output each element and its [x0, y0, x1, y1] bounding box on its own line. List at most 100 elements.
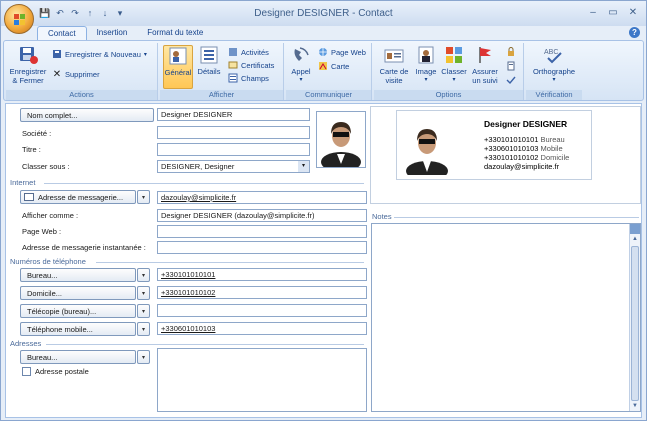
email-field[interactable]: dazoulay@simplicite.fr [157, 191, 367, 204]
page-web-form-label: Page Web : [22, 227, 62, 236]
mobile-phone-field[interactable]: +330601010103 [157, 322, 367, 335]
office-button[interactable] [4, 4, 34, 34]
address-field[interactable] [157, 348, 367, 412]
email-button[interactable]: Adresse de messagerie... [20, 190, 136, 204]
carte-button[interactable]: Carte [318, 61, 349, 71]
domicile-phone-label: Domicile... [27, 288, 63, 298]
company-field[interactable] [157, 126, 310, 139]
bureau-phone-dropdown[interactable]: ▾ [137, 268, 150, 282]
group-actions: Enregistrer & Fermer Enregistrer & Nouve… [6, 43, 158, 100]
save-new-icon [52, 49, 62, 59]
card-phone-line: +330601010103 Mobile [484, 144, 563, 153]
assurer-suivi-button[interactable]: Assurer un suivi [468, 45, 502, 85]
bureau-phone-button[interactable]: Bureau... [20, 268, 136, 282]
mobile-phone-button[interactable]: Téléphone mobile... [20, 322, 136, 336]
chevron-down-icon: ▾ [299, 77, 303, 83]
scroll-up-icon[interactable]: ▲ [630, 234, 640, 244]
tab-contact[interactable]: Contact [37, 26, 87, 40]
notes-scrollbar[interactable]: ▲ ▼ [629, 224, 640, 411]
close-button[interactable]: ✕ [624, 5, 642, 19]
telecopie-field[interactable] [157, 304, 367, 317]
chevron-down-icon: ▾ [141, 290, 145, 297]
group-label-actions: Actions [6, 90, 157, 100]
domicile-phone-button[interactable]: Domicile... [20, 286, 136, 300]
full-name-field[interactable]: Designer DESIGNER [157, 108, 310, 121]
card-phone-type: Mobile [540, 144, 563, 153]
phone-section-title: Numéros de téléphone [10, 257, 86, 266]
save-new-button[interactable]: Enregistrer & Nouveau ▾ [52, 49, 147, 59]
chevron-down-icon: ▾ [141, 272, 145, 279]
tab-format-texte[interactable]: Format du texte [137, 26, 213, 40]
mobile-phone-label: Téléphone mobile... [27, 324, 93, 334]
save-close-icon [20, 47, 38, 64]
notes-attach-icon[interactable] [630, 224, 640, 234]
contact-form: Nom complet... Designer DESIGNER Société… [5, 103, 642, 418]
minimize-button[interactable]: – [584, 5, 602, 19]
file-as-value: DESIGNER, Designer [161, 162, 235, 171]
contact-photo[interactable] [316, 111, 366, 172]
activites-button[interactable]: Activités [228, 47, 269, 57]
general-label: Général [164, 68, 192, 77]
check-names-icon [506, 75, 516, 85]
tab-insertion[interactable]: Insertion [87, 26, 138, 40]
champs-button[interactable]: Champs [228, 73, 269, 83]
details-label: Détails [197, 67, 221, 76]
scroll-thumb[interactable] [631, 246, 639, 401]
details-icon [200, 46, 218, 64]
carte-visite-button[interactable]: Carte de visite [376, 45, 412, 85]
private-button[interactable] [506, 47, 516, 57]
postal-address-checkbox[interactable] [22, 367, 31, 376]
mobile-phone-dropdown[interactable]: ▾ [137, 322, 150, 336]
web-page-field[interactable] [157, 225, 367, 238]
email-type-dropdown[interactable]: ▾ [137, 190, 150, 204]
general-button[interactable]: Général [163, 45, 193, 89]
business-card[interactable]: Designer DESIGNER +330101010101 Bureau +… [396, 110, 592, 180]
image-button[interactable]: Image ▾ [412, 45, 440, 85]
address-type-dropdown[interactable]: ▾ [137, 350, 150, 364]
business-card-icon [384, 49, 404, 63]
address-book-icon [506, 61, 516, 71]
im-address-field[interactable] [157, 241, 367, 254]
champs-label: Champs [241, 73, 269, 83]
certificats-button[interactable]: Certificats [228, 60, 274, 70]
group-communiquer: Appel ▾ Page Web Carte Communiquer [286, 43, 372, 100]
job-title-field[interactable] [157, 143, 310, 156]
image-label: Image [415, 67, 437, 76]
save-close-button[interactable]: Enregistrer & Fermer [9, 45, 47, 85]
check-names-button[interactable] [506, 75, 516, 85]
divider [44, 183, 364, 184]
page-web-button[interactable]: Page Web [318, 47, 366, 57]
display-as-field[interactable]: Designer DESIGNER (dazoulay@simplicite.f… [157, 209, 367, 222]
delete-button[interactable]: ✕ Supprimer [52, 69, 100, 80]
bureau-phone-field[interactable]: +330101010101 [157, 268, 367, 281]
help-icon[interactable]: ? [629, 27, 640, 38]
maximize-button[interactable]: ▭ [604, 5, 622, 19]
office-logo-icon [14, 14, 25, 25]
classer-button[interactable]: Classer ▾ [440, 45, 468, 85]
telecopie-dropdown[interactable]: ▾ [137, 304, 150, 318]
delete-label: Supprimer [65, 69, 100, 79]
nom-complet-label: Nom complet... [27, 110, 78, 120]
telecopie-button[interactable]: Télécopie (bureau)... [20, 304, 136, 318]
domicile-phone-field[interactable]: +330101010102 [157, 286, 367, 299]
details-button[interactable]: Détails [195, 45, 223, 76]
notes-textarea[interactable]: ▲ ▼ [371, 223, 641, 412]
orthographe-button[interactable]: ABC Orthographe ▾ [528, 45, 580, 85]
chevron-down-icon[interactable]: ▾ [298, 161, 309, 172]
domicile-phone-dropdown[interactable]: ▾ [137, 286, 150, 300]
address-book-button[interactable] [506, 61, 516, 71]
lock-icon [506, 47, 516, 57]
card-name: Designer DESIGNER [484, 119, 568, 129]
phone-icon [294, 47, 309, 61]
notes-label: Notes [372, 212, 392, 221]
titre-label: Titre : [22, 145, 41, 154]
appel-button[interactable]: Appel ▾ [288, 45, 314, 85]
group-label-communiquer: Communiquer [286, 90, 371, 100]
card-phone-line: +330101010101 Bureau [484, 135, 565, 144]
nom-complet-button[interactable]: Nom complet... [20, 108, 154, 122]
chevron-down-icon: ▾ [141, 194, 145, 201]
classer-label: Classer [441, 67, 467, 76]
file-as-select[interactable]: DESIGNER, Designer ▾ [157, 160, 310, 173]
scroll-down-icon[interactable]: ▼ [630, 401, 640, 411]
address-type-button[interactable]: Bureau... [20, 350, 136, 364]
